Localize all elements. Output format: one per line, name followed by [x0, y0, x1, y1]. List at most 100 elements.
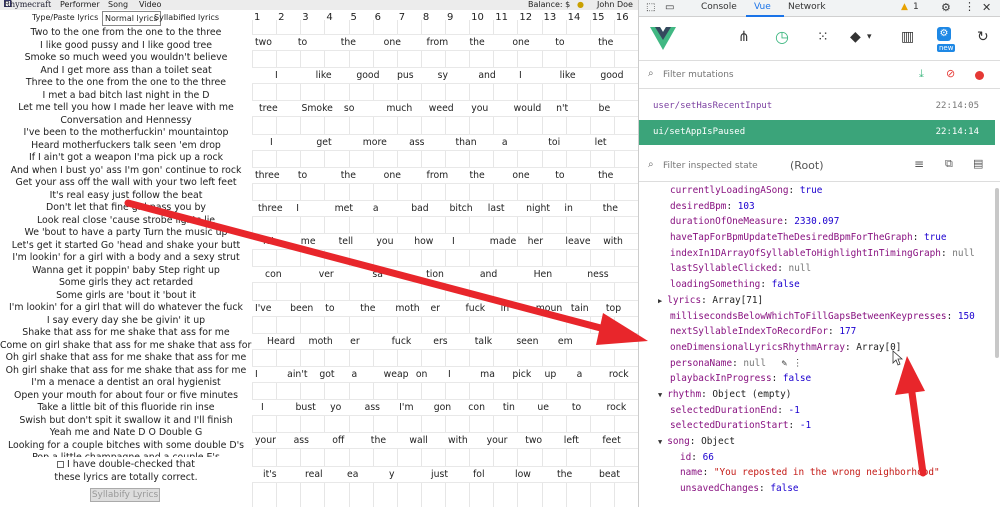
- syllable-cell[interactable]: tion: [426, 269, 444, 280]
- syllable-cell[interactable]: like: [560, 70, 576, 81]
- state-entry[interactable]: ▼ song: Object: [639, 434, 1000, 450]
- syllable-cell[interactable]: ness: [587, 269, 608, 280]
- syllable-cell[interactable]: fuck: [392, 336, 412, 347]
- syllable-cell[interactable]: good: [600, 70, 623, 81]
- syllabify-lyrics-button[interactable]: Syllabify Lyrics: [90, 488, 160, 502]
- state-entry[interactable]: lastSyllableClicked: null: [639, 261, 1000, 277]
- syllable-cell[interactable]: I: [275, 70, 278, 81]
- refresh-icon[interactable]: ↻: [977, 29, 989, 45]
- copy-icon[interactable]: ⧉: [945, 157, 953, 171]
- syllable-cell[interactable]: sy: [438, 70, 448, 81]
- syllable-cell[interactable]: bitch: [450, 203, 473, 214]
- syllable-cell[interactable]: the: [341, 170, 356, 181]
- state-entry[interactable]: selectedDurationEnd: -1: [639, 403, 1000, 419]
- syllable-cell[interactable]: the: [598, 37, 613, 48]
- syllable-cell[interactable]: been: [290, 303, 313, 314]
- syllable-cell[interactable]: ass: [365, 402, 380, 413]
- inspect-filter-input[interactable]: [663, 158, 778, 174]
- syllable-cell[interactable]: the: [469, 170, 484, 181]
- mutation-item[interactable]: user/setHasRecentInput 22:14:05: [639, 94, 995, 119]
- tab-type-paste-lyrics[interactable]: Type/Paste lyrics: [30, 11, 100, 26]
- state-entry[interactable]: selectedDurationStart: -1: [639, 418, 1000, 434]
- router-icon[interactable]: ◆: [850, 29, 861, 45]
- ban-icon[interactable]: ⊘: [946, 67, 955, 80]
- syllable-cell[interactable]: fol: [473, 469, 485, 480]
- state-entry[interactable]: desiredBpm: 103: [639, 199, 1000, 215]
- syllable-cell[interactable]: like: [316, 70, 332, 81]
- syllable-cell[interactable]: one: [384, 37, 401, 48]
- gear-icon[interactable]: ⚙: [941, 1, 951, 14]
- syllable-cell[interactable]: off: [332, 435, 344, 446]
- syllable-cell[interactable]: talk: [475, 336, 492, 347]
- state-entry[interactable]: ▶ lyrics: Array[71]: [639, 293, 1000, 309]
- tab-vue[interactable]: Vue: [754, 2, 771, 12]
- syllable-cell[interactable]: in: [501, 303, 509, 314]
- syllable-cell[interactable]: three: [255, 170, 280, 181]
- syllable-cell[interactable]: to: [298, 37, 307, 48]
- syllable-cell[interactable]: low: [515, 469, 531, 480]
- syllable-cell[interactable]: beat: [599, 469, 620, 480]
- syllable-cell[interactable]: the: [603, 203, 618, 214]
- syllable-cell[interactable]: on: [416, 369, 428, 380]
- syllable-cell[interactable]: bust: [296, 402, 316, 413]
- syllable-cell[interactable]: to: [572, 402, 581, 413]
- syllable-cell[interactable]: get: [316, 137, 331, 148]
- state-entry[interactable]: nextSyllableIndexToRecordFor: 177: [639, 324, 1000, 340]
- syllable-cell[interactable]: I: [452, 236, 455, 247]
- state-scrollbar[interactable]: [995, 188, 999, 358]
- state-entry[interactable]: millisecondsBelowWhichToFillGapsBetweenK…: [639, 309, 1000, 325]
- state-entry[interactable]: loadingSomething: false: [639, 277, 1000, 293]
- syllable-cell[interactable]: a: [502, 137, 508, 148]
- syllable-cell[interactable]: Hen: [534, 269, 553, 280]
- syllable-cell[interactable]: would: [514, 103, 542, 114]
- syllable-cell[interactable]: top: [606, 303, 621, 314]
- state-entry[interactable]: ▼ rhythm: Object (empty): [639, 387, 1000, 403]
- syllable-cell[interactable]: in: [564, 203, 572, 214]
- syllable-cell[interactable]: one: [512, 170, 529, 181]
- syllable-cell[interactable]: good: [356, 70, 379, 81]
- syllable-cell[interactable]: you: [376, 236, 393, 247]
- menu-video[interactable]: Video: [139, 0, 161, 10]
- state-entry[interactable]: haveTapForBpmUpdateTheDesiredBpmForTheGr…: [639, 230, 1000, 246]
- syllable-cell[interactable]: I: [255, 369, 258, 380]
- syllable-cell[interactable]: moun: [536, 303, 563, 314]
- state-entry[interactable]: durationOfOneMeasure: 2330.097: [639, 214, 1000, 230]
- record-icon[interactable]: [975, 71, 984, 80]
- syllable-cell[interactable]: let: [263, 236, 275, 247]
- syllable-cell[interactable]: tain: [571, 303, 589, 314]
- mutation-item-selected[interactable]: ui/setAppIsPaused 22:14:14: [639, 120, 995, 145]
- syllable-cell[interactable]: a: [373, 203, 379, 214]
- syllable-cell[interactable]: the: [360, 303, 375, 314]
- syllable-cell[interactable]: I: [261, 402, 264, 413]
- syllable-cell[interactable]: I'm: [399, 402, 413, 413]
- syllable-cell[interactable]: ma: [480, 369, 495, 380]
- state-entry[interactable]: unsavedChanges: false: [639, 481, 1000, 497]
- inspect-icon[interactable]: ⬚: [646, 2, 655, 13]
- tab-syllabified-lyrics[interactable]: Syllabified lyrics: [152, 11, 221, 26]
- syllable-cell[interactable]: pus: [397, 70, 414, 81]
- syllable-cell[interactable]: tree: [259, 103, 278, 114]
- syllable-cell[interactable]: from: [427, 37, 449, 48]
- syllable-cell[interactable]: pick: [512, 369, 531, 380]
- syllable-cell[interactable]: to: [325, 303, 334, 314]
- syllable-cell[interactable]: the: [598, 170, 613, 181]
- syllable-cell[interactable]: made: [490, 236, 516, 247]
- syllable-cell[interactable]: last: [488, 203, 505, 214]
- syllable-cell[interactable]: let: [595, 137, 607, 148]
- syllable-cell[interactable]: ver: [319, 269, 334, 280]
- syllable-cell[interactable]: moth: [309, 336, 333, 347]
- syllable-cell[interactable]: the: [371, 435, 386, 446]
- filter-sort-icon[interactable]: ≡: [914, 157, 924, 171]
- syllable-cell[interactable]: more: [363, 137, 387, 148]
- menu-performer[interactable]: Performer: [60, 0, 100, 10]
- caret-down-icon[interactable]: ▼: [658, 438, 662, 446]
- syllable-cell[interactable]: moth: [395, 303, 419, 314]
- syllable-cell[interactable]: weed: [429, 103, 454, 114]
- syllable-cell[interactable]: from: [427, 170, 449, 181]
- syllable-cell[interactable]: night: [526, 203, 550, 214]
- root-label[interactable]: (Root): [790, 159, 824, 172]
- syllable-cell[interactable]: weap: [384, 369, 409, 380]
- state-entry[interactable]: indexIn1DArrayOfSyllableToHighlightInTim…: [639, 246, 1000, 262]
- syllable-cell[interactable]: seen: [516, 336, 538, 347]
- syllable-cell[interactable]: a: [577, 369, 583, 380]
